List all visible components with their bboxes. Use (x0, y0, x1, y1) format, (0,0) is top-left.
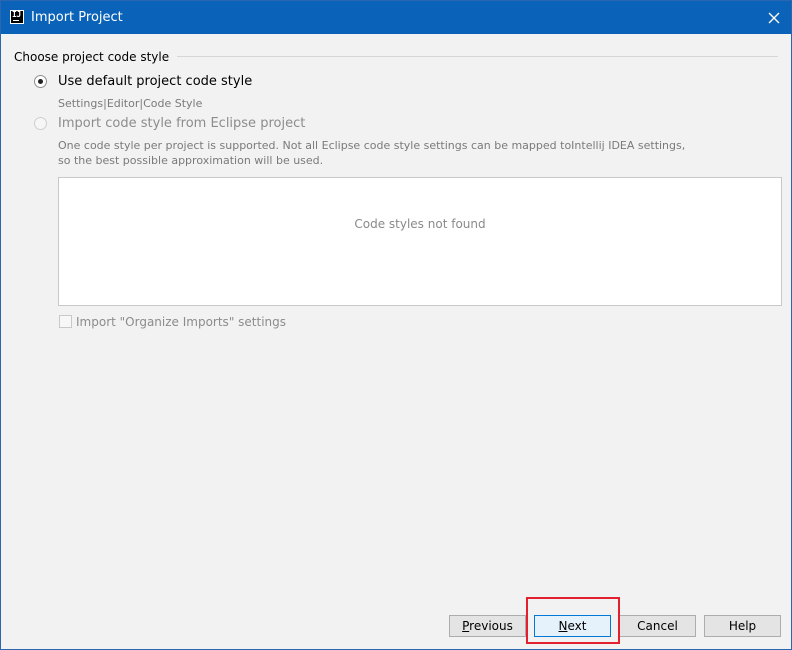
radio-default-label: Use default project code style (58, 74, 253, 89)
radio-eclipse-code-style[interactable]: Import code style from Eclipse project (34, 116, 334, 132)
empty-list-text: Code styles not found (354, 217, 486, 231)
close-button[interactable] (761, 5, 787, 31)
intellij-app-icon: IJ (10, 10, 24, 24)
radio-eclipse-label: Import code style from Eclipse project (58, 116, 306, 131)
code-styles-list[interactable]: Code styles not found (58, 177, 782, 306)
organize-imports-label: Import "Organize Imports" settings (76, 315, 286, 329)
import-project-dialog: IJ Import Project Choose project code st… (0, 0, 792, 650)
radio-default-code-style[interactable]: Use default project code style (34, 74, 294, 90)
close-icon (768, 12, 780, 24)
code-style-group-label: Choose project code style (14, 50, 178, 64)
radio-button-checked[interactable] (34, 75, 47, 88)
next-label-rest: ext (567, 619, 587, 633)
eclipse-hint-line-1: One code style per project is supported.… (58, 139, 686, 152)
eclipse-hint-line-2: so the best possible approximation will … (58, 154, 324, 167)
next-mnemonic: N (558, 619, 568, 633)
default-code-style-path: Settings|Editor|Code Style (58, 97, 203, 110)
title-bar: IJ Import Project (1, 1, 791, 34)
help-button[interactable]: Help (704, 615, 781, 637)
cancel-button[interactable]: Cancel (619, 615, 696, 637)
radio-button-unchecked[interactable] (34, 117, 47, 130)
previous-label-rest: revious (469, 619, 513, 633)
next-button[interactable]: Next (534, 615, 611, 637)
previous-button[interactable]: Previous (449, 615, 526, 637)
window-title: Import Project (31, 10, 123, 25)
organize-imports-checkbox[interactable] (59, 315, 72, 328)
